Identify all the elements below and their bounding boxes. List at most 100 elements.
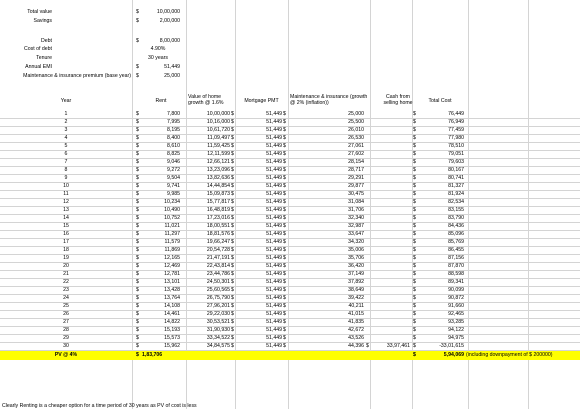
maintenance-cell[interactable]: 35,006	[292, 247, 364, 253]
home-value-cell[interactable]: 19,66,247	[188, 239, 230, 245]
year-cell[interactable]: 18	[0, 247, 132, 253]
mortgage-cell[interactable]: 51,449	[240, 119, 282, 125]
maintenance-cell[interactable]: 36,420	[292, 263, 364, 269]
home-value-cell[interactable]: 18,00,551	[188, 223, 230, 229]
year-cell[interactable]: 15	[0, 223, 132, 229]
mortgage-cell[interactable]: 51,449	[240, 159, 282, 165]
header-home-value[interactable]: Value of home growth @ 1.6%	[188, 94, 233, 106]
rent-cell[interactable]: 15,193	[140, 327, 180, 333]
tenure-cell[interactable]: 30 years	[136, 55, 180, 61]
rent-cell[interactable]: 9,504	[140, 175, 180, 181]
mortgage-cell[interactable]: 51,449	[240, 335, 282, 341]
year-cell[interactable]: 19	[0, 255, 132, 261]
home-value-cell[interactable]: 20,54,728	[188, 247, 230, 253]
rent-cell[interactable]: 11,869	[140, 247, 180, 253]
maintenance-cell[interactable]: 42,672	[292, 327, 364, 333]
home-value-cell[interactable]: 25,60,565	[188, 287, 230, 293]
total-cell[interactable]: 84,436	[418, 223, 464, 229]
maintenance-cell[interactable]: 30,475	[292, 191, 364, 197]
home-value-cell[interactable]: 24,50,301	[188, 279, 230, 285]
rent-cell[interactable]: 11,579	[140, 239, 180, 245]
mortgage-cell[interactable]: 51,449	[240, 263, 282, 269]
year-cell[interactable]: 22	[0, 279, 132, 285]
tenure-label[interactable]: Tenure	[0, 55, 52, 61]
year-cell[interactable]: 28	[0, 327, 132, 333]
annual-emi-cell[interactable]: 51,449	[140, 64, 180, 70]
header-mortgage[interactable]: Mortgage PMT	[235, 98, 288, 104]
total-cell[interactable]: 76,449	[418, 111, 464, 117]
home-value-cell[interactable]: 12,11,599	[188, 151, 230, 157]
home-value-cell[interactable]: 11,09,497	[188, 135, 230, 141]
total-cell[interactable]: 80,167	[418, 167, 464, 173]
year-cell[interactable]: 20	[0, 263, 132, 269]
home-value-cell[interactable]: 22,43,814	[188, 263, 230, 269]
rent-cell[interactable]: 8,195	[140, 127, 180, 133]
home-value-cell[interactable]: 26,75,790	[188, 295, 230, 301]
home-value-cell[interactable]: 10,16,000	[188, 119, 230, 125]
maintenance-cell[interactable]: 33,647	[292, 231, 364, 237]
rent-cell[interactable]: 9,985	[140, 191, 180, 197]
cost-of-debt-label[interactable]: Cost of debt	[0, 46, 52, 52]
mortgage-cell[interactable]: 51,449	[240, 191, 282, 197]
mortgage-cell[interactable]: 51,449	[240, 343, 282, 349]
total-value-label[interactable]: Total value	[0, 9, 52, 15]
home-value-cell[interactable]: 10,00,000	[188, 111, 230, 117]
header-rent[interactable]: Rent	[136, 98, 186, 104]
rent-cell[interactable]: 12,781	[140, 271, 180, 277]
home-value-cell[interactable]: 30,53,521	[188, 319, 230, 325]
pv-label[interactable]: PV @ 4%	[0, 351, 132, 360]
year-cell[interactable]: 7	[0, 159, 132, 165]
mortgage-cell[interactable]: 51,449	[240, 207, 282, 213]
maintenance-cell[interactable]: 37,149	[292, 271, 364, 277]
home-value-cell[interactable]: 17,23,016	[188, 215, 230, 221]
rent-cell[interactable]: 10,234	[140, 199, 180, 205]
total-cell[interactable]: 94,122	[418, 327, 464, 333]
maintenance-cell[interactable]: 26,010	[292, 127, 364, 133]
year-cell[interactable]: 30	[0, 343, 132, 349]
year-cell[interactable]: 16	[0, 231, 132, 237]
year-cell[interactable]: 2	[0, 119, 132, 125]
total-cell[interactable]: 81,327	[418, 183, 464, 189]
total-cell[interactable]: 86,455	[418, 247, 464, 253]
total-cell[interactable]: 89,341	[418, 279, 464, 285]
maintenance-cell[interactable]: 28,717	[292, 167, 364, 173]
year-cell[interactable]: 23	[0, 287, 132, 293]
total-cell[interactable]: 92,465	[418, 311, 464, 317]
mortgage-cell[interactable]: 51,449	[240, 327, 282, 333]
rent-cell[interactable]: 11,297	[140, 231, 180, 237]
mortgage-cell[interactable]: 51,449	[240, 183, 282, 189]
mortgage-cell[interactable]: 51,449	[240, 287, 282, 293]
total-cell[interactable]: 93,285	[418, 319, 464, 325]
home-value-cell[interactable]: 18,81,576	[188, 231, 230, 237]
rent-cell[interactable]: 8,400	[140, 135, 180, 141]
debt-label[interactable]: Debt	[0, 38, 52, 44]
year-cell[interactable]: 12	[0, 199, 132, 205]
rent-cell[interactable]: 14,108	[140, 303, 180, 309]
year-cell[interactable]: 14	[0, 215, 132, 221]
mortgage-cell[interactable]: 51,449	[240, 167, 282, 173]
rent-cell[interactable]: 12,469	[140, 263, 180, 269]
total-cell[interactable]: -33,01,615	[418, 343, 464, 349]
maintenance-cell[interactable]: 34,320	[292, 239, 364, 245]
year-cell[interactable]: 11	[0, 191, 132, 197]
cost-of-debt-cell[interactable]: 4.90%	[136, 46, 180, 52]
maintenance-cell[interactable]: 31,084	[292, 199, 364, 205]
total-value-cell[interactable]: 10,00,000	[140, 9, 180, 15]
home-value-cell[interactable]: 23,44,786	[188, 271, 230, 277]
rent-cell[interactable]: 11,021	[140, 223, 180, 229]
rent-cell[interactable]: 14,461	[140, 311, 180, 317]
rent-cell[interactable]: 9,741	[140, 183, 180, 189]
year-cell[interactable]: 10	[0, 183, 132, 189]
total-cell[interactable]: 82,534	[418, 199, 464, 205]
maintenance-cell[interactable]: 43,526	[292, 335, 364, 341]
year-cell[interactable]: 13	[0, 207, 132, 213]
mortgage-cell[interactable]: 51,449	[240, 143, 282, 149]
year-cell[interactable]: 1	[0, 111, 132, 117]
maintenance-cell[interactable]: 39,422	[292, 295, 364, 301]
header-total[interactable]: Total Cost	[412, 98, 468, 104]
maintenance-cell[interactable]: 38,649	[292, 287, 364, 293]
rent-cell[interactable]: 8,825	[140, 151, 180, 157]
total-cell[interactable]: 94,975	[418, 335, 464, 341]
home-value-cell[interactable]: 11,59,425	[188, 143, 230, 149]
year-cell[interactable]: 27	[0, 319, 132, 325]
